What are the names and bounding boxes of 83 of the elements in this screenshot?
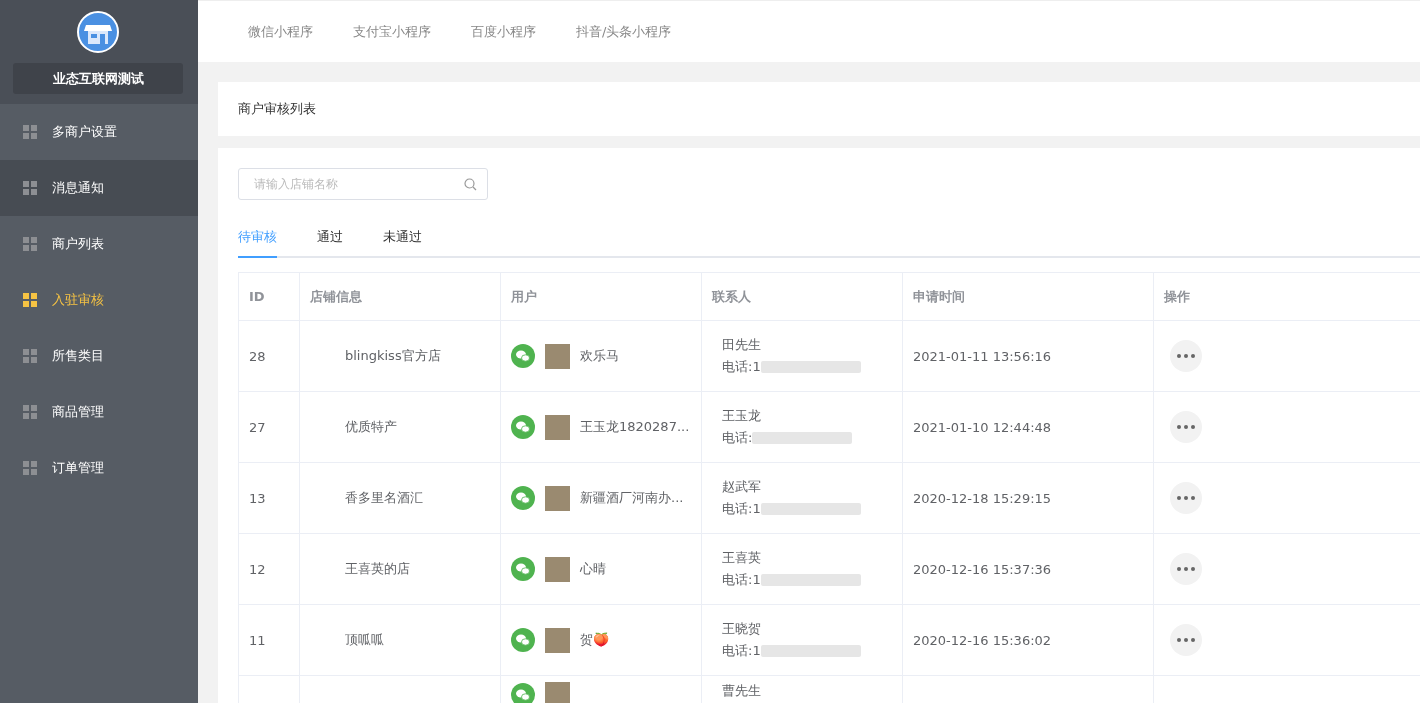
phone-number: 电话:1 xyxy=(722,571,761,589)
page-title: 商户审核列表 xyxy=(238,100,316,118)
status-tab[interactable]: 通过 xyxy=(317,228,363,258)
platform-tab[interactable]: 微信小程序 xyxy=(248,22,313,41)
more-button[interactable] xyxy=(1170,340,1202,372)
wechat-icon xyxy=(511,486,535,510)
avatar-photo-placeholder xyxy=(545,682,570,703)
contact-name: 赵武军 xyxy=(722,478,762,496)
status-tab[interactable]: 未通过 xyxy=(383,228,442,258)
user-name: 新疆酒厂河南办... xyxy=(580,489,684,507)
more-icon xyxy=(1177,425,1195,429)
sidebar-item[interactable]: 商户列表 xyxy=(0,216,198,272)
shop-name: 优质特产 xyxy=(345,419,397,434)
column-header: 用户 xyxy=(500,272,702,321)
grid-icon xyxy=(23,405,37,419)
grid-icon xyxy=(23,125,37,139)
apply-time: 2020-12-16 15:36:02 xyxy=(913,632,1052,648)
avatar-photo-placeholder xyxy=(545,343,570,369)
apply-time: 2020-12-18 15:29:15 xyxy=(913,490,1052,506)
table-cell: 11 xyxy=(238,604,300,676)
grid-icon xyxy=(23,237,37,251)
platform-tab[interactable]: 百度小程序 xyxy=(471,22,536,41)
user-name: 心晴 xyxy=(580,560,606,578)
shop-name: 王喜英的店 xyxy=(345,561,410,576)
brand-name: 业态互联网测试 xyxy=(13,63,183,94)
avatar-photo-placeholder xyxy=(545,414,570,440)
avatar-photo-placeholder xyxy=(545,627,570,653)
user-name: 欢乐马 xyxy=(580,347,619,365)
sidebar-item[interactable]: 订单管理 xyxy=(0,440,198,496)
sidebar-item[interactable]: 入驻审核 xyxy=(0,272,198,328)
avatar-photo-placeholder xyxy=(545,485,570,511)
column-header: ID xyxy=(238,272,300,321)
shop-name: 顶呱呱 xyxy=(345,632,384,647)
table-cell: 27 xyxy=(238,391,300,463)
grid-icon xyxy=(23,181,37,195)
more-icon xyxy=(1177,567,1195,571)
column-header: 申请时间 xyxy=(902,272,1154,321)
more-button[interactable] xyxy=(1170,624,1202,656)
more-button[interactable] xyxy=(1170,553,1202,585)
user-name: 王玉龙1820287... xyxy=(580,418,690,436)
store-logo-icon xyxy=(77,11,119,53)
apply-time: 2021-01-11 13:56:16 xyxy=(913,348,1052,364)
phone-number: 电话:1 xyxy=(722,642,761,660)
search-field[interactable]: 请输入店铺名称 xyxy=(238,168,488,200)
phone-number: 电话:1 xyxy=(722,358,761,376)
contact-name: 田先生 xyxy=(722,336,762,354)
apply-time: 2020-12-16 15:37:36 xyxy=(913,561,1052,577)
contact-name: 王玉龙 xyxy=(722,407,762,425)
avatar-photo-placeholder xyxy=(545,556,570,582)
wechat-icon xyxy=(511,344,535,368)
wechat-icon xyxy=(511,628,535,652)
grid-icon xyxy=(23,293,37,307)
more-icon xyxy=(1177,496,1195,500)
table-cell: 12 xyxy=(238,533,300,605)
column-header: 操作 xyxy=(1153,272,1420,321)
table-cell: 13 xyxy=(238,462,300,534)
shop-name: 香多里名酒汇 xyxy=(345,490,423,505)
sidebar-item[interactable]: 商品管理 xyxy=(0,384,198,440)
column-header: 联系人 xyxy=(701,272,903,321)
sidebar-item[interactable]: 所售类目 xyxy=(0,328,198,384)
more-button[interactable] xyxy=(1170,411,1202,443)
apply-time: 2021-01-10 12:44:48 xyxy=(913,419,1052,435)
contact-name: 王喜英 xyxy=(722,549,762,567)
user-name: 贺🍑 xyxy=(580,631,609,649)
phone-number: 电话: xyxy=(722,429,753,447)
sidebar-item[interactable]: 消息通知 xyxy=(0,160,198,216)
more-icon xyxy=(1177,354,1195,358)
contact-name: 王晓贺 xyxy=(722,620,762,638)
more-button[interactable] xyxy=(1170,482,1202,514)
shop-name: blingkiss官方店 xyxy=(345,348,441,363)
search-icon xyxy=(464,178,477,191)
contact-name: 曹先生 xyxy=(722,682,762,700)
table-cell: 28 xyxy=(238,320,300,392)
grid-icon xyxy=(23,461,37,475)
column-header: 店铺信息 xyxy=(299,272,501,321)
platform-tab[interactable]: 抖音/头条小程序 xyxy=(576,22,672,41)
wechat-icon xyxy=(511,557,535,581)
more-icon xyxy=(1177,638,1195,642)
platform-tab[interactable]: 支付宝小程序 xyxy=(353,22,431,41)
wechat-icon xyxy=(511,415,535,439)
sidebar-item[interactable]: 多商户设置 xyxy=(0,104,198,160)
phone-number: 电话:1 xyxy=(722,500,761,518)
grid-icon xyxy=(23,349,37,363)
